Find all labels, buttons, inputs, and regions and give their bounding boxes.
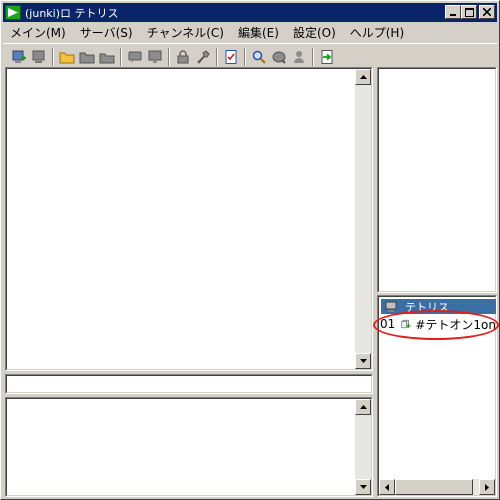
search-button[interactable] (249, 47, 269, 67)
scroll-down-button[interactable] (355, 479, 371, 495)
maximize-button[interactable] (461, 5, 477, 19)
arrow-right-icon (485, 483, 489, 491)
chat-log-frame (6, 68, 372, 370)
lock-button[interactable] (173, 47, 193, 67)
toolbar-separator (244, 47, 246, 66)
connect-server-button[interactable] (9, 47, 29, 67)
menu-main[interactable]: メイン(M) (3, 24, 73, 41)
close-button[interactable] (479, 5, 495, 19)
toolbar-separator (52, 47, 54, 66)
exit-icon (321, 49, 333, 64)
toolbar-separator (120, 47, 122, 66)
server-icon (385, 301, 397, 312)
title-bar[interactable]: (junki)ロ テトリス (3, 3, 497, 22)
scroll-up-button[interactable] (355, 69, 371, 85)
find-button[interactable] (269, 47, 289, 67)
scroll-up-button[interactable] (355, 399, 371, 415)
window-controls (445, 5, 495, 19)
nick-list-frame (378, 68, 496, 292)
chat-log-pane[interactable] (5, 67, 373, 371)
minimize-button[interactable] (445, 5, 461, 19)
open-folder-icon (59, 52, 75, 63)
system-log-scrollbar[interactable] (355, 399, 371, 495)
nick-list-pane[interactable] (377, 67, 497, 293)
chat-alt-button[interactable] (145, 47, 165, 67)
toolbar-separator (312, 47, 314, 66)
system-log-pane[interactable] (5, 397, 373, 497)
exit-button[interactable] (317, 47, 337, 67)
message-input-frame (6, 375, 372, 393)
menu-bar: メイン(M) サーバ(S) チャンネル(C) 編集(E) 設定(O) ヘルプ(H… (3, 22, 497, 42)
user-button[interactable] (289, 47, 309, 67)
folder-button[interactable] (77, 47, 97, 67)
chat-log-scrollbar[interactable] (355, 69, 371, 369)
connect-server-icon (12, 50, 26, 63)
window-title: (junki)ロ テトリス (25, 6, 119, 20)
toolbar (3, 43, 497, 69)
disconnect-server-icon (32, 50, 45, 63)
highlight-annotation (373, 310, 499, 340)
menu-edit[interactable]: 編集(E) (231, 24, 286, 41)
open-folder-button[interactable] (57, 47, 77, 67)
menu-settings[interactable]: 設定(O) (286, 24, 343, 41)
close-icon (483, 8, 491, 16)
checklist-icon (225, 49, 237, 64)
arrow-up-icon (359, 405, 367, 409)
menu-server[interactable]: サーバ(S) (73, 24, 140, 41)
scroll-down-button[interactable] (355, 353, 371, 369)
arrow-left-icon (385, 483, 389, 491)
chat-icon (128, 51, 142, 63)
arrow-down-icon (359, 359, 367, 363)
tool-button[interactable] (193, 47, 213, 67)
tool-icon (197, 49, 210, 64)
folder-alt-icon (99, 53, 115, 63)
folder-icon (79, 52, 95, 63)
scroll-left-button[interactable] (379, 479, 395, 495)
arrow-up-icon (359, 75, 367, 79)
minimize-icon (450, 14, 456, 16)
chat-button[interactable] (125, 47, 145, 67)
menu-channel[interactable]: チャンネル(C) (140, 24, 231, 41)
chat-alt-icon (148, 50, 162, 63)
arrow-down-icon (359, 485, 367, 489)
app-window: (junki)ロ テトリス メイン(M) サーバ(S) チャンネル(C) 編集(… (0, 0, 500, 500)
maximize-icon (464, 7, 474, 17)
folder-alt-button[interactable] (97, 47, 117, 67)
app-logo-icon (5, 5, 21, 20)
menu-help[interactable]: ヘルプ(H) (343, 24, 411, 41)
toolbar-separator (168, 47, 170, 66)
toolbar-separator (216, 47, 218, 66)
user-icon (294, 50, 304, 63)
find-icon (272, 51, 286, 64)
scroll-thumb[interactable] (395, 479, 473, 495)
lock-icon (177, 49, 189, 63)
checklist-button[interactable] (221, 47, 241, 67)
channel-list-hscrollbar[interactable] (379, 479, 495, 495)
disconnect-server-button[interactable] (29, 47, 49, 67)
message-input[interactable] (5, 374, 373, 394)
search-icon (252, 50, 266, 64)
system-log-frame (6, 398, 372, 496)
scroll-right-button[interactable] (479, 479, 495, 495)
